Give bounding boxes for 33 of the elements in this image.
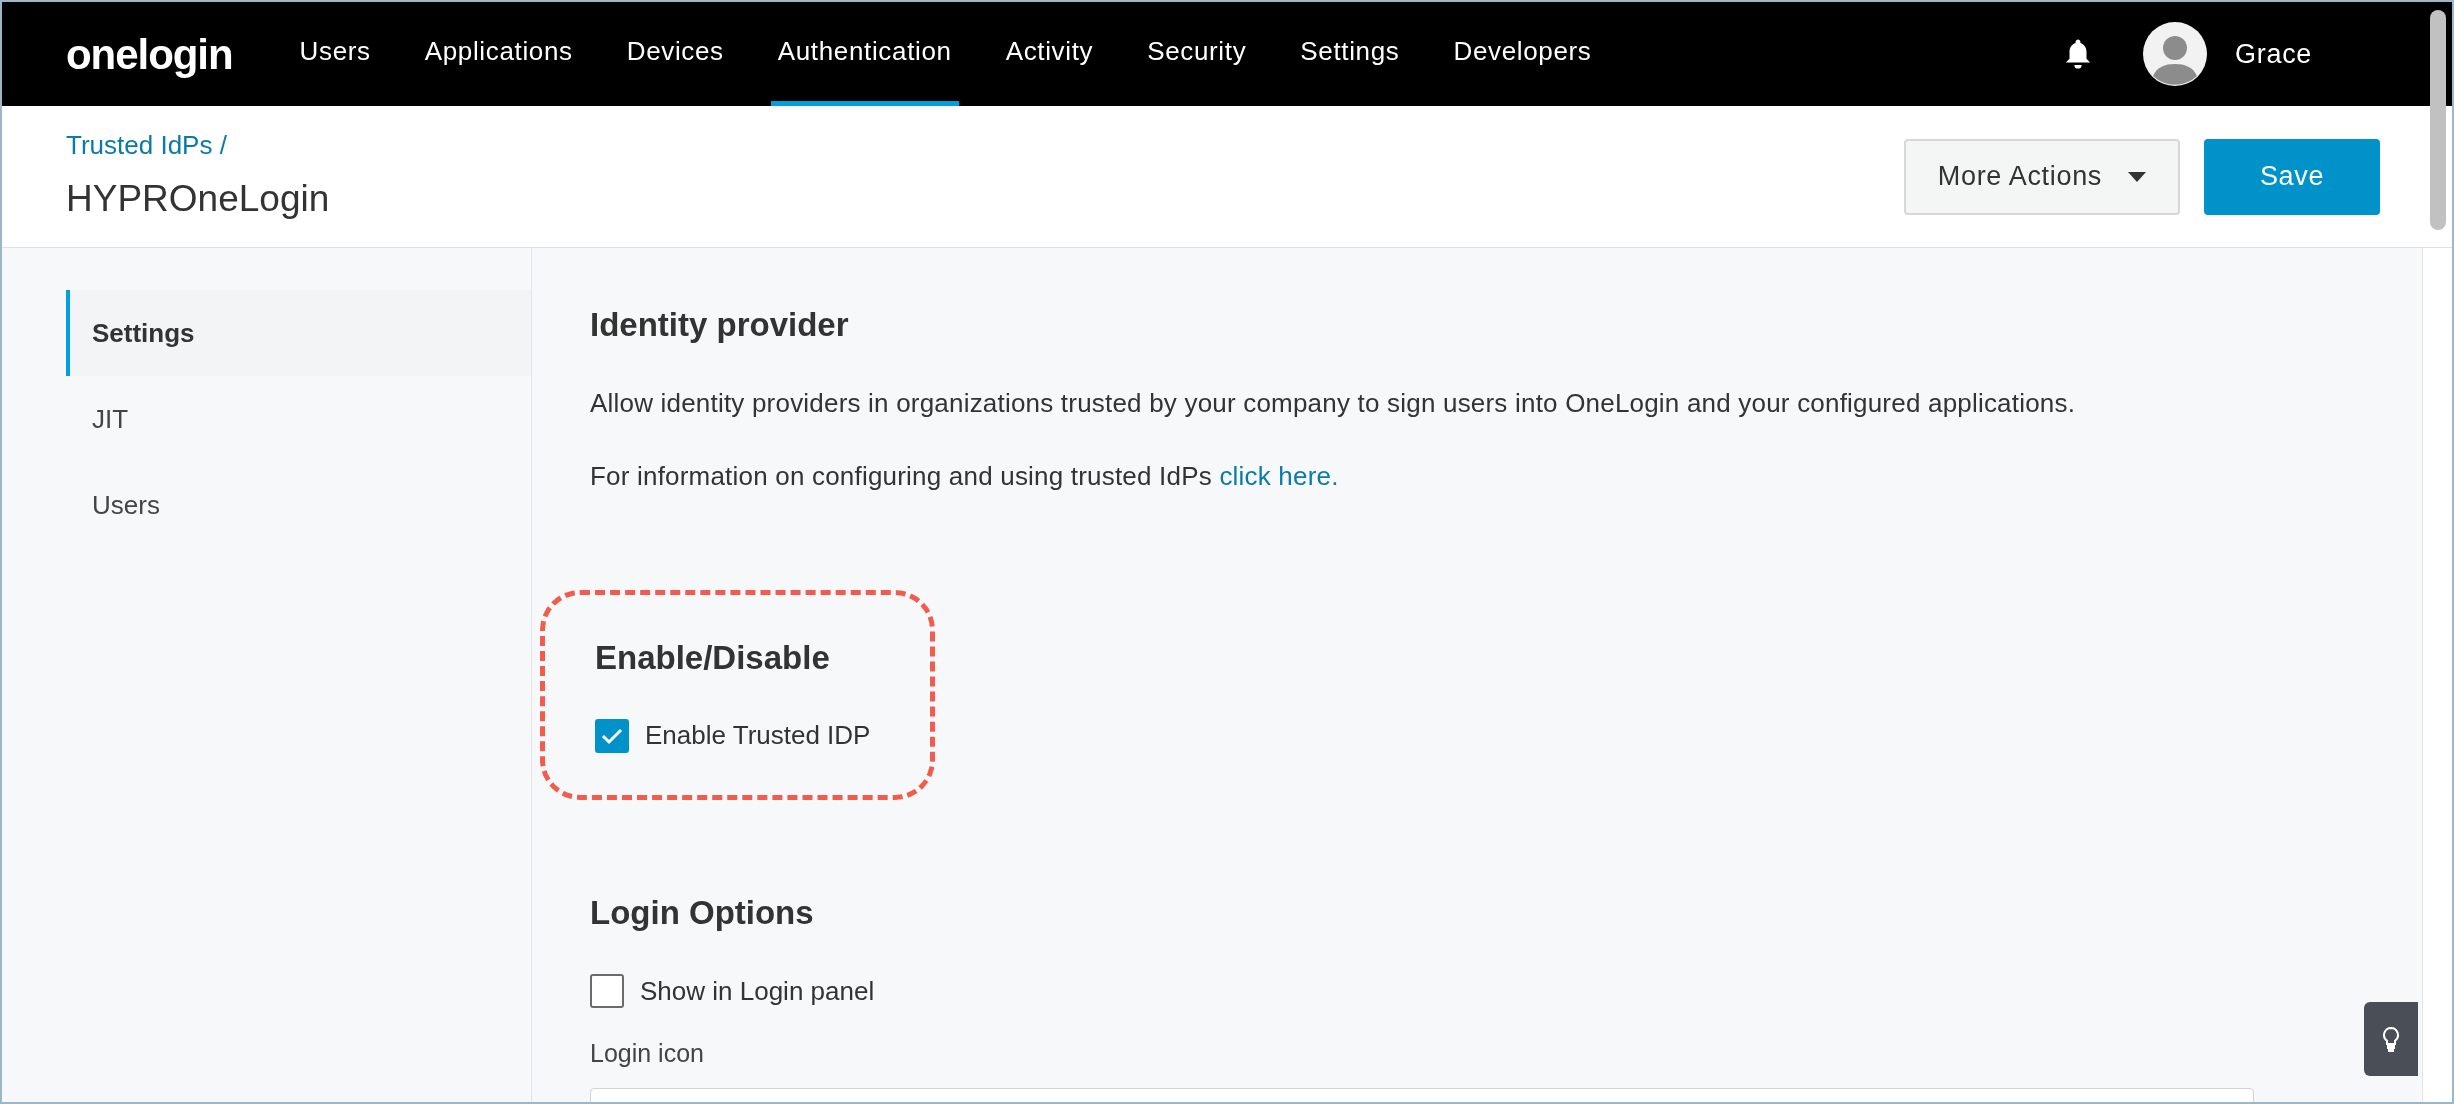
caret-icon (2128, 171, 2146, 182)
sidebar-item[interactable]: JIT (66, 376, 531, 462)
checkbox[interactable] (590, 974, 624, 1008)
checkbox[interactable] (595, 718, 629, 753)
nav-tab[interactable]: Security (1140, 2, 1254, 106)
description-text: Allow identity providers in organizations trusted by your company to sign users into OneLogin and your configured applications. (590, 386, 2077, 420)
section-heading: Identity provider (590, 305, 850, 345)
sidebar-item[interactable]: Settings (66, 290, 531, 376)
avatar-icon[interactable] (2143, 22, 2208, 86)
nav-tab[interactable]: Developers (1446, 2, 1599, 106)
section-heading: Login Options (590, 893, 815, 933)
lightbulb-button[interactable] (2364, 1002, 2418, 1076)
save-button[interactable]: Save (2204, 138, 2380, 215)
help-link[interactable]: click here. (1219, 460, 1339, 491)
logo[interactable]: onelogin (66, 22, 233, 86)
user-name[interactable]: Grace (2235, 33, 2312, 75)
sidebar-item[interactable]: Users (66, 462, 531, 548)
checkbox-label: Show in Login panel (640, 974, 875, 1008)
nav-tab[interactable]: Activity (998, 2, 1101, 106)
checkmark-icon (601, 726, 623, 745)
more-actions-button[interactable]: More Actions (1903, 138, 2180, 215)
description-text: For information on configuring and using trusted IdPs click here. (590, 459, 1340, 493)
scrollbar-thumb[interactable] (2430, 10, 2446, 230)
section-heading: Enable/Disable (595, 637, 831, 678)
breadcrumb-link[interactable]: Trusted IdPs / (66, 126, 330, 166)
nav-tab[interactable]: Settings (1293, 2, 1407, 106)
page-title: HYPROneLogin (66, 177, 330, 222)
nav-tab[interactable]: Users (292, 2, 378, 106)
nav-tab[interactable]: Applications (417, 2, 580, 106)
field-label: Login icon (590, 1037, 704, 1069)
lightbulb-icon (2382, 1026, 2400, 1052)
nav-tab[interactable]: Devices (619, 2, 731, 106)
checkbox-label: Enable Trusted IDP (645, 719, 871, 752)
